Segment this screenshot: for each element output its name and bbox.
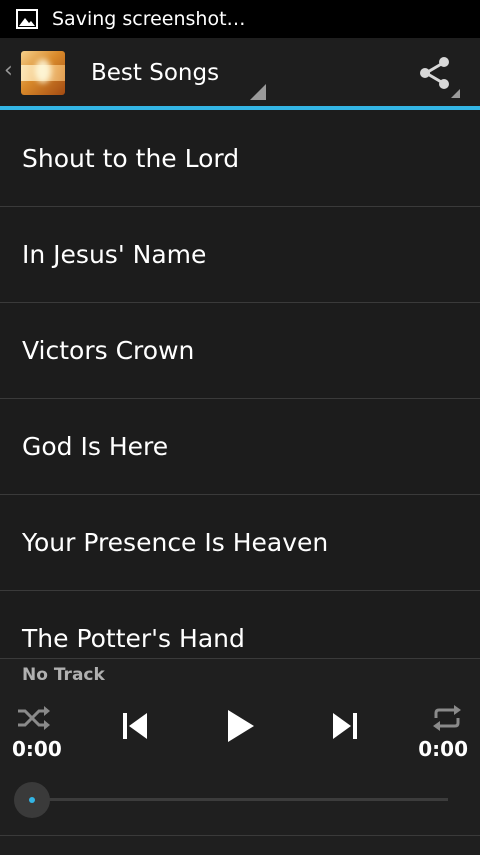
app-logo[interactable]: [21, 51, 65, 95]
song-title: Shout to the Lord: [22, 143, 240, 173]
skip-next-icon[interactable]: [330, 709, 360, 743]
share-icon[interactable]: [418, 56, 452, 90]
image-icon: [16, 9, 38, 29]
chevron-left-icon[interactable]: ‹: [4, 60, 13, 82]
music-player: No Track 0:00 0:00: [0, 658, 480, 855]
list-item[interactable]: God Is Here: [0, 399, 480, 495]
list-item[interactable]: Victors Crown: [0, 303, 480, 399]
action-bar: ‹ Best Songs: [0, 38, 480, 106]
list-item[interactable]: In Jesus' Name: [0, 207, 480, 303]
total-time: 0:00: [418, 737, 468, 761]
elapsed-time: 0:00: [12, 737, 62, 761]
status-bar: Saving screenshot…: [0, 0, 480, 38]
skip-previous-icon[interactable]: [120, 709, 150, 743]
song-list[interactable]: Shout to the Lord In Jesus' Name Victors…: [0, 110, 480, 658]
play-icon[interactable]: [222, 707, 256, 745]
list-item[interactable]: Your Presence Is Heaven: [0, 495, 480, 591]
page-title[interactable]: Best Songs: [91, 60, 219, 86]
status-text: Saving screenshot…: [52, 8, 246, 30]
spinner-indicator-icon: [250, 84, 266, 100]
song-title: In Jesus' Name: [22, 240, 207, 269]
repeat-icon[interactable]: [430, 703, 464, 733]
track-label: No Track: [22, 665, 105, 685]
song-title: The Potter's Hand: [22, 624, 245, 653]
song-title: Your Presence Is Heaven: [22, 528, 329, 557]
seek-position-dot: [29, 797, 35, 803]
seek-bar[interactable]: [32, 798, 448, 801]
list-item[interactable]: Shout to the Lord: [0, 110, 480, 207]
song-title: God Is Here: [22, 432, 169, 461]
overflow-indicator-icon: [451, 89, 460, 98]
shuffle-icon[interactable]: [16, 703, 50, 733]
divider: [0, 835, 480, 836]
song-title: Victors Crown: [22, 336, 195, 365]
list-item[interactable]: The Potter's Hand: [0, 591, 480, 658]
